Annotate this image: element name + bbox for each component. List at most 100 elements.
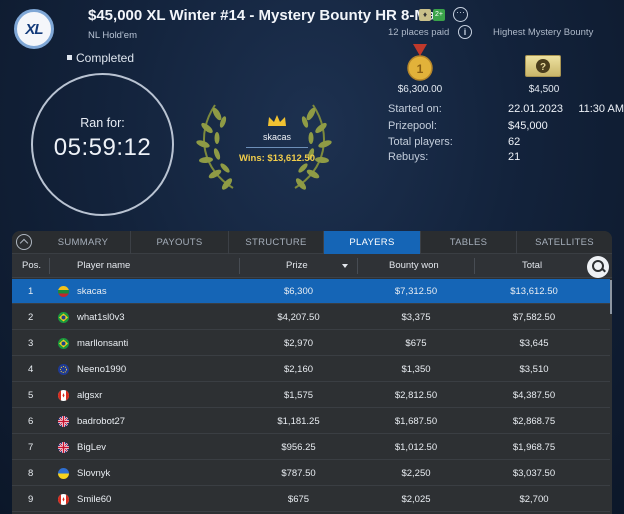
row-total: $3,510 — [519, 364, 549, 375]
row-bounty-won: $1,350 — [401, 364, 431, 375]
prizepool-value: $45,000 — [508, 120, 548, 132]
row-player-name: what1sl0v3 — [77, 312, 125, 323]
tab-summary[interactable]: SUMMARY — [36, 231, 131, 254]
tournament-status: Completed — [76, 51, 135, 65]
row-total: $3,037.50 — [512, 468, 556, 479]
row-player-name: skacas — [77, 286, 107, 297]
row-prize: $787.50 — [281, 468, 316, 479]
highest-bounty-label: Highest Mystery Bounty — [493, 27, 594, 38]
row-pos: 5 — [28, 390, 34, 401]
table-row[interactable]: 9 Smile60 $675 $2,025 $2,700 — [12, 487, 610, 512]
col-pos[interactable]: Pos. — [22, 254, 41, 278]
table-scrollbar[interactable] — [610, 280, 612, 314]
col-player-name[interactable]: Player name — [77, 254, 130, 278]
collapse-chevron-icon[interactable] — [16, 234, 32, 250]
col-bounty-won[interactable]: Bounty won — [389, 254, 439, 278]
sort-desc-icon[interactable] — [342, 264, 348, 268]
xl-logo: XL — [14, 9, 54, 49]
row-prize: $675 — [287, 494, 310, 505]
brazil-flag-icon — [58, 338, 69, 349]
lithuania-flag-icon — [58, 286, 69, 297]
row-player-name: marllonsanti — [77, 338, 129, 349]
winner-divider — [246, 147, 308, 148]
mystery-bounty-ticket-icon: ? — [525, 55, 561, 77]
row-player-name: Slovnyk — [77, 468, 111, 479]
tab-satellites[interactable]: SATELLITES — [517, 231, 612, 254]
row-total: $1,968.75 — [512, 442, 556, 453]
ran-for-label: Ran for: — [80, 116, 125, 130]
places-paid: 12 places paid — [388, 27, 450, 38]
tab-bar: SUMMARY PAYOUTS STRUCTURE PLAYERS TABLES… — [12, 231, 612, 254]
row-bounty-won: $1,012.50 — [394, 442, 438, 453]
column-divider — [239, 258, 240, 274]
tab-payouts[interactable]: PAYOUTS — [131, 231, 229, 254]
row-bounty-won: $2,250 — [401, 468, 431, 479]
row-pos: 3 — [28, 338, 34, 349]
row-pos: 6 — [28, 416, 34, 427]
ran-for-time: 05:59:12 — [53, 134, 152, 161]
svg-text:?: ? — [540, 62, 546, 73]
tab-players[interactable]: PLAYERS — [324, 231, 421, 254]
row-bounty-won: $2,812.50 — [394, 390, 438, 401]
uk-flag-icon — [58, 442, 69, 453]
search-icon[interactable] — [587, 256, 609, 278]
row-player-name: BigLev — [77, 442, 107, 453]
tournament-badge-icon: ♦ — [419, 9, 431, 21]
col-prize[interactable]: Prize — [286, 254, 308, 278]
col-total[interactable]: Total — [522, 254, 542, 278]
row-prize: $2,970 — [283, 338, 314, 349]
row-pos: 2 — [28, 312, 34, 323]
row-bounty-won: $1,687.50 — [394, 416, 438, 427]
prizepool-label: Prizepool: — [388, 120, 437, 132]
column-divider — [49, 258, 50, 274]
rebuys-value: 21 — [508, 151, 521, 163]
canada-flag-icon — [58, 390, 69, 401]
column-divider — [357, 258, 358, 274]
first-place-medal-icon: 1 — [407, 44, 433, 81]
tab-structure[interactable]: STRUCTURE — [229, 231, 324, 254]
row-player-name: algsxr — [77, 390, 103, 401]
row-total: $3,645 — [519, 338, 549, 349]
row-player-name: badrobot27 — [77, 416, 126, 427]
laurel-wreath-icon — [196, 104, 332, 190]
row-bounty-won: $675 — [405, 338, 427, 349]
status-indicator — [67, 55, 72, 60]
row-prize: $6,300 — [283, 286, 314, 297]
brazil-flag-icon — [58, 312, 69, 323]
row-bounty-won: $2,025 — [401, 494, 431, 505]
column-divider — [474, 258, 475, 274]
table-row[interactable]: 2 what1sl0v3 $4,207.50 $3,375 $7,582.50 — [12, 305, 610, 330]
mystery-bounty-value: $4,500 — [528, 84, 560, 95]
row-total: $2,868.75 — [512, 416, 556, 427]
tournament-title: $45,000 XL Winter #14 - Mystery Bounty H… — [88, 7, 444, 24]
table-row[interactable]: 3 marllonsanti $2,970 $675 $3,645 — [12, 331, 610, 356]
table-row[interactable]: 7 BigLev $956.25 $1,012.50 $1,968.75 — [12, 435, 610, 460]
table-row[interactable]: 6 badrobot27 $1,181.25 $1,687.50 $2,868.75 — [12, 409, 610, 434]
row-prize: $1,575 — [283, 390, 314, 401]
ukraine-flag-icon — [58, 468, 69, 479]
ellipsis-icon[interactable]: ··· — [453, 7, 468, 22]
row-prize: $956.25 — [281, 442, 316, 453]
reentry-badge: 2+ — [433, 9, 445, 21]
table-row[interactable]: 1 skacas $6,300 $7,312.50 $13,612.50 — [12, 279, 610, 304]
row-bounty-won: $3,375 — [401, 312, 431, 323]
row-player-name: Neeno1990 — [77, 364, 127, 375]
row-prize: $2,160 — [283, 364, 314, 375]
eu-flag-icon — [58, 364, 69, 375]
info-icon[interactable]: i — [458, 25, 472, 39]
table-row[interactable]: 8 Slovnyk $787.50 $2,250 $3,037.50 — [12, 461, 610, 486]
crown-icon — [268, 115, 286, 126]
row-total: $2,700 — [519, 494, 549, 505]
row-pos: 9 — [28, 494, 34, 505]
row-total: $13,612.50 — [510, 286, 558, 297]
row-total: $4,387.50 — [512, 390, 556, 401]
tab-tables[interactable]: TABLES — [421, 231, 517, 254]
row-total: $7,582.50 — [512, 312, 556, 323]
details-panel: SUMMARY PAYOUTS STRUCTURE PLAYERS TABLES… — [12, 231, 612, 514]
row-player-name: Smile60 — [77, 494, 112, 505]
table-row[interactable]: 4 Neeno1990 $2,160 $1,350 $3,510 — [12, 357, 610, 382]
rebuys-label: Rebuys: — [388, 151, 429, 163]
svg-text:1: 1 — [417, 62, 424, 76]
table-row[interactable]: 5 algsxr $1,575 $2,812.50 $4,387.50 — [12, 383, 610, 408]
total-players-value: 62 — [508, 136, 521, 148]
